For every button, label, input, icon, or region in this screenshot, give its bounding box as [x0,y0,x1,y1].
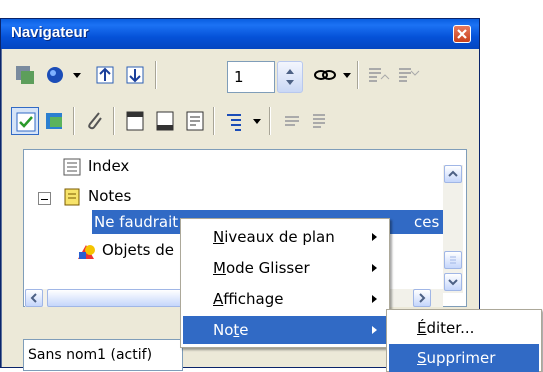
promote-chapter-icon [285,116,299,126]
menu-item-display[interactable]: Affichage [183,285,387,313]
menu-item-label: Note [213,321,249,339]
promote-level-icon [369,68,390,82]
navigate-by-button[interactable] [41,61,69,89]
menu-item-label: Affichage [213,290,284,308]
set-reminder-button[interactable] [81,107,109,135]
window-title: Navigateur [11,24,89,41]
footer-button[interactable] [151,107,179,135]
menu-item-drag-mode[interactable]: Mode Glisser [183,254,387,282]
submenu-arrow-icon [372,233,377,241]
chevron-down-icon [73,73,81,78]
index-icon [63,158,81,176]
navigate-by-dropdown[interactable] [71,63,83,87]
menu-item-label: Niveaux de plan [213,228,335,246]
submenu-arrow-icon [372,264,377,272]
list-box-icon [16,112,36,132]
next-object-button[interactable] [121,61,149,89]
drawing-objects-icon [78,245,95,259]
drag-mode-button[interactable] [311,61,339,89]
toolbar-separator [213,107,215,135]
document-selector[interactable]: Sans nom1 (actif) [23,339,183,371]
next-object-icon [126,66,144,84]
chevron-left-icon [30,293,37,303]
close-icon [457,29,467,39]
content-view-icon [46,113,62,129]
promote-chapter-button[interactable] [277,107,305,135]
list-box-toggle-button[interactable] [11,107,39,135]
submenu-arrow-icon [372,295,377,303]
toolbar-row-2 [7,103,473,139]
navigation-toggle-button[interactable] [11,61,39,89]
menu-item-label: Éditer... [417,319,475,337]
demote-chapter-icon [313,114,325,128]
toolbar-separator [73,107,75,135]
anchor-text-icon [186,111,204,131]
heading-levels-icon [227,114,241,131]
scroll-thumb[interactable] [444,251,462,269]
toolbar-row-1: 1 [7,57,473,93]
tree-item-label: Index [88,157,130,175]
previous-object-button[interactable] [91,61,119,89]
chevron-down-icon [343,73,351,78]
link-icon [314,70,336,80]
level-spin-button[interactable] [277,61,303,93]
collapse-toggle[interactable] [38,192,51,205]
menu-item-note[interactable]: Note [183,316,387,344]
note-submenu: Éditer... Supprimer [386,309,542,372]
content-view-button[interactable] [41,107,69,135]
heading-levels-dropdown[interactable] [251,109,263,133]
previous-object-icon [96,66,114,84]
header-button[interactable] [121,107,149,135]
context-menu: Niveaux de plan Mode Glisser Affichage N… [180,218,390,348]
scroll-left-button[interactable] [25,289,43,307]
chevron-down-icon [253,119,261,124]
minus-icon [41,199,48,200]
demote-chapter-button[interactable] [307,107,335,135]
paperclip-icon [88,112,102,130]
promote-level-button[interactable] [363,61,391,89]
chevron-down-icon [448,279,458,286]
menu-item-label: Supprimer [417,349,496,367]
heading-levels-button[interactable] [221,107,249,135]
toolbar-separator [155,61,157,89]
tree-item-label: Ne faudrait [94,213,179,231]
chevron-up-icon [448,170,458,177]
scroll-up-button[interactable] [444,165,462,183]
toolbar-separator [269,107,271,135]
scroll-right-button[interactable] [413,289,431,307]
vertical-scrollbar[interactable] [443,165,463,293]
menu-item-delete[interactable]: Supprimer [389,344,539,372]
notes-icon [64,188,80,206]
horizontal-scroll-thumb[interactable] [47,289,187,307]
spin-arrows-icon [286,69,294,85]
tree-item-label: Objets de [102,241,174,259]
demote-level-icon [399,68,420,82]
headings-level-field[interactable]: 1 [227,61,275,93]
scroll-down-button[interactable] [444,273,462,291]
chevron-right-icon [419,293,426,303]
header-icon [126,111,144,131]
anchor-text-button[interactable] [181,107,209,135]
navigate-by-icon [47,67,63,83]
demote-level-button[interactable] [393,61,421,89]
close-button[interactable] [453,25,471,43]
submenu-arrow-icon [372,326,377,334]
grip-icon [450,256,456,264]
toolbar-separator [113,107,115,135]
drag-mode-dropdown[interactable] [341,63,353,87]
tree-item-label: Notes [88,187,132,205]
footer-icon [156,111,174,131]
menu-item-outline-levels[interactable]: Niveaux de plan [183,223,387,251]
navigation-toggle-icon [16,66,34,84]
menu-item-label: Mode Glisser [213,259,310,277]
menu-item-edit[interactable]: Éditer... [389,314,539,342]
toolbar-separator [357,61,359,89]
title-bar[interactable]: Navigateur [1,19,479,49]
